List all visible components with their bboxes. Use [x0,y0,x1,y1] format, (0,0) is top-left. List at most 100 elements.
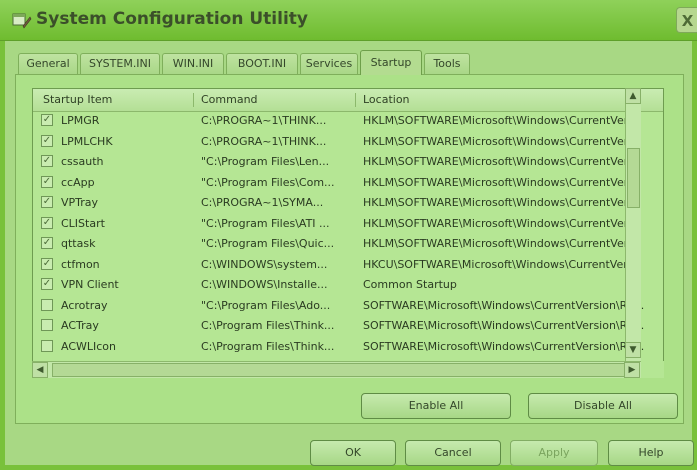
vertical-scrollbar[interactable]: ▲ ▼ [625,88,641,378]
column-divider[interactable] [355,93,356,107]
list-item[interactable]: ✓ cssauth "C:\Program Files\Len... HKLM\SOF… [33,152,663,172]
startup-item-command: C:\PROGRA~1\THINK... [201,134,327,148]
list-item[interactable]: ✓ ccApp "C:\Program Files\Com... HKLM\SOFTW… [33,173,663,193]
horizontal-scrollbar[interactable]: ◀ ▶ [32,361,641,378]
startup-item-checkbox[interactable]: ✓ [41,196,53,208]
startup-item-location: HKLM\SOFTWARE\Microsoft\Windows\CurrentV… [363,155,638,168]
close-button[interactable]: X [676,7,697,33]
scroll-up-icon[interactable]: ▲ [625,88,641,104]
startup-item-name: ACWLIcon [61,339,117,353]
list-item[interactable]: ✓ VPTray C:\PROGRA~1\SYMA... HKLM\SOFTWARE\… [33,193,663,213]
check-icon: ✓ [42,216,52,228]
help-button[interactable]: Help [608,440,694,466]
startup-item-command: C:\WINDOWS\Installe... [201,278,328,291]
tab-general[interactable]: General [18,53,78,74]
check-icon: ✓ [42,196,52,207]
check-icon: ✓ [42,134,52,146]
list-item[interactable]: ✓ qttask "C:\Program Files\Quic... HKLM\SOF… [33,234,663,254]
startup-item-command: C:\Program Files\Think... [201,339,335,353]
startup-item-checkbox[interactable]: ✓ [41,237,53,249]
startup-item-checkbox[interactable]: ✓ [41,278,53,290]
startup-item-checkbox[interactable] [41,298,53,311]
list-item[interactable]: ✓ VPN Client C:\WINDOWS\Installe... Common … [33,275,663,295]
column-header-command[interactable]: Command [201,89,258,111]
title-bar[interactable]: System Configuration Utility X [0,0,697,41]
list-item[interactable]: Acrotray "C:\Program Files\Ado... SOFTWARE… [33,296,663,316]
startup-item-name: Acrotray [61,298,108,312]
startup-item-location: SOFTWARE\Microsoft\Windows\CurrentVersio… [363,339,645,353]
check-icon: ✓ [42,155,52,166]
startup-item-command: "C:\Program Files\Com... [201,175,335,189]
startup-item-name: VPTray [61,196,99,209]
list-item[interactable]: ✓ LPMGR C:\PROGRA~1\THINK... HKLM\SOFTWARE\… [33,111,663,131]
enable-all-button[interactable]: Enable All [361,393,511,419]
startup-item-location: SOFTWARE\Microsoft\Windows\CurrentVersio… [363,319,645,332]
scroll-left-icon[interactable]: ◀ [32,362,48,378]
window-title: System Configuration Utility [36,9,308,29]
list-item[interactable]: ✓ ctfmon C:\WINDOWS\system... HKCU\SOFTWARE… [33,255,663,275]
startup-item-checkbox[interactable]: ✓ [41,114,53,126]
startup-item-name: cssauth [61,155,104,168]
startup-item-checkbox[interactable] [41,339,53,352]
tab-win-ini[interactable]: WIN.INI [162,53,224,74]
column-divider[interactable] [193,93,194,107]
startup-item-name: CLIStart [61,216,105,230]
startup-item-command: "C:\Program Files\Quic... [201,237,335,250]
startup-item-command: "C:\Program Files\Ado... [201,298,331,312]
startup-item-name: VPN Client [61,278,119,291]
app-icon [12,13,32,29]
startup-item-name: ctfmon [61,257,100,271]
startup-item-name: qttask [61,237,96,250]
list-item[interactable]: ✓ LPMLCHK C:\PROGRA~1\THINK... HKLM\SOFTWAR… [33,132,663,152]
check-icon: ✓ [42,257,52,269]
apply-button[interactable]: Apply [510,440,598,466]
startup-item-checkbox[interactable]: ✓ [41,175,53,188]
startup-item-checkbox[interactable]: ✓ [41,257,53,270]
startup-item-location: HKLM\SOFTWARE\Microsoft\Windows\CurrentV… [363,216,638,230]
check-icon: ✓ [42,237,52,248]
startup-item-checkbox[interactable] [41,319,53,331]
cancel-button[interactable]: Cancel [405,440,501,466]
tab-startup[interactable]: Startup [360,50,422,75]
check-icon: ✓ [42,114,52,125]
startup-item-name: LPMLCHK [61,134,113,148]
startup-item-location: HKLM\SOFTWARE\Microsoft\Windows\CurrentV… [363,134,638,148]
scrollbar-corner [641,361,664,378]
startup-item-location: HKCU\SOFTWARE\Microsoft\Windows\CurrentV… [363,257,638,271]
startup-item-location: HKLM\SOFTWARE\Microsoft\Windows\CurrentV… [363,114,638,127]
startup-item-command: C:\PROGRA~1\THINK... [201,114,327,127]
vertical-scroll-thumb[interactable] [627,148,640,208]
startup-item-location: HKLM\SOFTWARE\Microsoft\Windows\CurrentV… [363,175,638,189]
startup-item-command: "C:\Program Files\Len... [201,155,330,168]
ok-button[interactable]: OK [310,440,396,466]
startup-item-name: ACTray [61,319,99,332]
list-item[interactable]: ACWLIcon C:\Program Files\Think... SOFTWAR… [33,337,663,357]
startup-item-checkbox[interactable]: ✓ [41,216,53,229]
tab-services[interactable]: Services [300,53,358,74]
list-header: Startup Item Command Location [33,89,663,112]
column-header-location[interactable]: Location [363,89,410,111]
check-icon: ✓ [42,175,52,187]
column-header-startup-item[interactable]: Startup Item [43,89,112,111]
startup-item-name: ccApp [61,175,95,189]
scroll-down-icon[interactable]: ▼ [625,342,641,358]
startup-item-location: HKLM\SOFTWARE\Microsoft\Windows\CurrentV… [363,237,638,250]
startup-item-command: C:\PROGRA~1\SYMA... [201,196,324,209]
startup-item-checkbox[interactable]: ✓ [41,134,53,147]
startup-item-command: C:\WINDOWS\system... [201,257,328,271]
tab-tools[interactable]: Tools [424,53,470,74]
startup-item-checkbox[interactable]: ✓ [41,155,53,167]
list-item[interactable]: ✓ CLIStart "C:\Program Files\ATI ... HKLM\S… [33,214,663,234]
startup-item-location: Common Startup [363,278,457,291]
startup-item-location: SOFTWARE\Microsoft\Windows\CurrentVersio… [363,298,645,312]
startup-list[interactable]: Startup Item Command Location ✓ LPMGR C:\P… [32,88,664,378]
list-item[interactable]: ACTray C:\Program Files\Think... SOFTWARE\… [33,316,663,336]
startup-item-command: "C:\Program Files\ATI ... [201,216,330,230]
startup-item-command: C:\Program Files\Think... [201,319,335,332]
disable-all-button[interactable]: Disable All [528,393,678,419]
startup-item-location: HKLM\SOFTWARE\Microsoft\Windows\CurrentV… [363,196,638,209]
tab-system-ini[interactable]: SYSTEM.INI [80,53,160,74]
horizontal-scroll-thumb[interactable] [52,363,632,377]
scroll-right-icon[interactable]: ▶ [624,362,640,378]
tab-boot-ini[interactable]: BOOT.INI [226,53,298,74]
